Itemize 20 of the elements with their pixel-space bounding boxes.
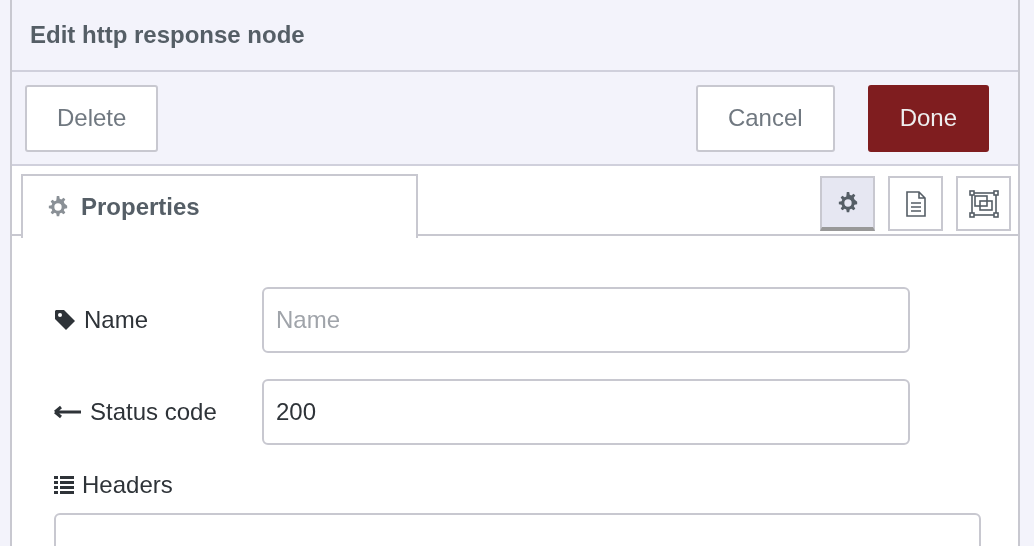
field-label: Status code: [90, 398, 217, 426]
field-label: Headers: [82, 471, 173, 499]
field-label: Name: [84, 306, 149, 334]
dialog-title: Edit http response node: [30, 21, 305, 49]
document-icon: [905, 190, 926, 217]
arrow-left-icon: [54, 405, 82, 419]
settings-icon: [47, 196, 69, 218]
frame-tab-button[interactable]: [956, 176, 1011, 231]
done-button[interactable]: Done: [867, 84, 989, 152]
frame-icon: [968, 189, 999, 218]
text-field[interactable]: Name: [262, 287, 910, 353]
tag-icon: [54, 309, 76, 331]
document-tab-button[interactable]: [888, 176, 943, 231]
cancel-button[interactable]: Cancel: [695, 84, 835, 152]
text-field[interactable]: 200: [262, 379, 910, 445]
list-icon: [54, 476, 74, 494]
delete-button[interactable]: Delete: [25, 84, 159, 152]
gear-tab-button[interactable]: [820, 176, 875, 231]
properties-tab[interactable]: Properties: [21, 174, 418, 238]
settings-icon: [836, 191, 859, 214]
